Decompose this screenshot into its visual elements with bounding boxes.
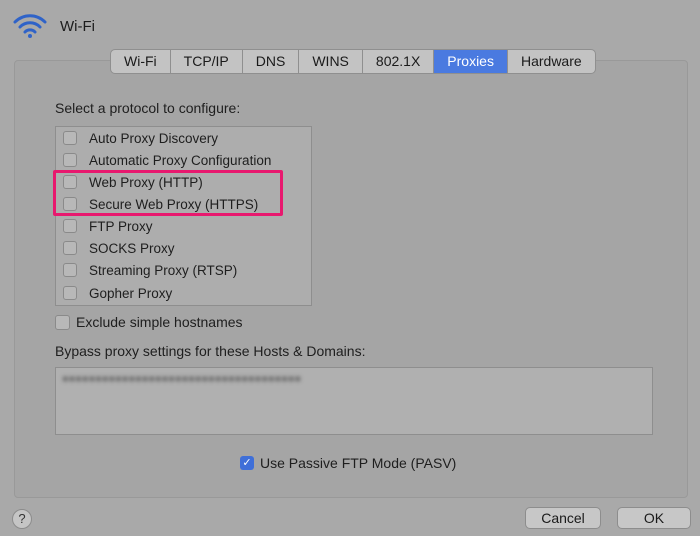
passive-ftp-option[interactable]: ✓ Use Passive FTP Mode (PASV): [240, 455, 456, 471]
passive-ftp-checkbox[interactable]: ✓: [240, 456, 254, 470]
tab-wifi[interactable]: Wi-Fi: [111, 50, 171, 73]
tab-tcpip[interactable]: TCP/IP: [171, 50, 243, 73]
list-item-streaming-proxy-rtsp[interactable]: Streaming Proxy (RTSP): [56, 259, 237, 281]
checkbox[interactable]: [63, 197, 77, 211]
ok-button[interactable]: OK: [617, 507, 691, 529]
checkbox[interactable]: [63, 153, 77, 167]
list-item-auto-proxy-discovery[interactable]: Auto Proxy Discovery: [56, 127, 218, 149]
list-item-secure-web-proxy-https[interactable]: Secure Web Proxy (HTTPS): [56, 193, 258, 215]
wifi-icon: [12, 13, 48, 39]
tab-proxies[interactable]: Proxies: [434, 50, 508, 73]
list-item-gopher-proxy[interactable]: Gopher Proxy: [56, 282, 172, 304]
list-item-socks-proxy[interactable]: SOCKS Proxy: [56, 237, 175, 259]
list-item-label: FTP Proxy: [89, 218, 153, 234]
list-item-label: Secure Web Proxy (HTTPS): [89, 196, 259, 212]
list-item-label: Streaming Proxy (RTSP): [89, 262, 238, 278]
bypass-label: Bypass proxy settings for these Hosts & …: [55, 343, 366, 359]
protocol-heading: Select a protocol to configure:: [55, 100, 241, 116]
list-item-label: Auto Proxy Discovery: [89, 130, 219, 146]
tab-hardware[interactable]: Hardware: [508, 50, 595, 73]
help-button[interactable]: ?: [12, 509, 32, 529]
tab-wins[interactable]: WINS: [299, 50, 363, 73]
checkbox[interactable]: [63, 175, 77, 189]
exclude-simple-hostnames-label: Exclude simple hostnames: [76, 314, 243, 330]
bypass-hosts-text-redacted: ●●●●●●●●●●●●●●●●●●●●●●●●●●●●●●●●●●●●: [62, 373, 302, 385]
bypass-hosts-field[interactable]: ●●●●●●●●●●●●●●●●●●●●●●●●●●●●●●●●●●●●: [55, 367, 653, 435]
window-title: Wi-Fi: [60, 17, 95, 35]
checkbox[interactable]: [63, 263, 77, 277]
tab-bar: Wi-Fi TCP/IP DNS WINS 802.1X Proxies Har…: [110, 49, 596, 74]
list-item-label: SOCKS Proxy: [89, 240, 175, 256]
cancel-button[interactable]: Cancel: [525, 507, 601, 529]
exclude-simple-hostnames-option[interactable]: Exclude simple hostnames: [55, 314, 243, 330]
list-item-label: Automatic Proxy Configuration: [89, 152, 272, 168]
protocol-list: Auto Proxy Discovery Automatic Proxy Con…: [55, 126, 312, 306]
passive-ftp-label: Use Passive FTP Mode (PASV): [260, 455, 457, 471]
list-item-ftp-proxy[interactable]: FTP Proxy: [56, 215, 153, 237]
tab-dns[interactable]: DNS: [243, 50, 300, 73]
checkbox[interactable]: [63, 241, 77, 255]
checkbox[interactable]: [63, 219, 77, 233]
tab-8021x[interactable]: 802.1X: [363, 50, 435, 73]
window-header: Wi-Fi: [12, 8, 95, 44]
list-item-label: Gopher Proxy: [89, 285, 173, 301]
checkbox[interactable]: [63, 131, 77, 145]
checkbox[interactable]: [63, 286, 77, 300]
list-item-automatic-proxy-configuration[interactable]: Automatic Proxy Configuration: [56, 149, 271, 171]
list-item-label: Web Proxy (HTTP): [89, 174, 203, 190]
list-item-web-proxy-http[interactable]: Web Proxy (HTTP): [56, 171, 203, 193]
exclude-simple-hostnames-checkbox[interactable]: [55, 314, 70, 330]
